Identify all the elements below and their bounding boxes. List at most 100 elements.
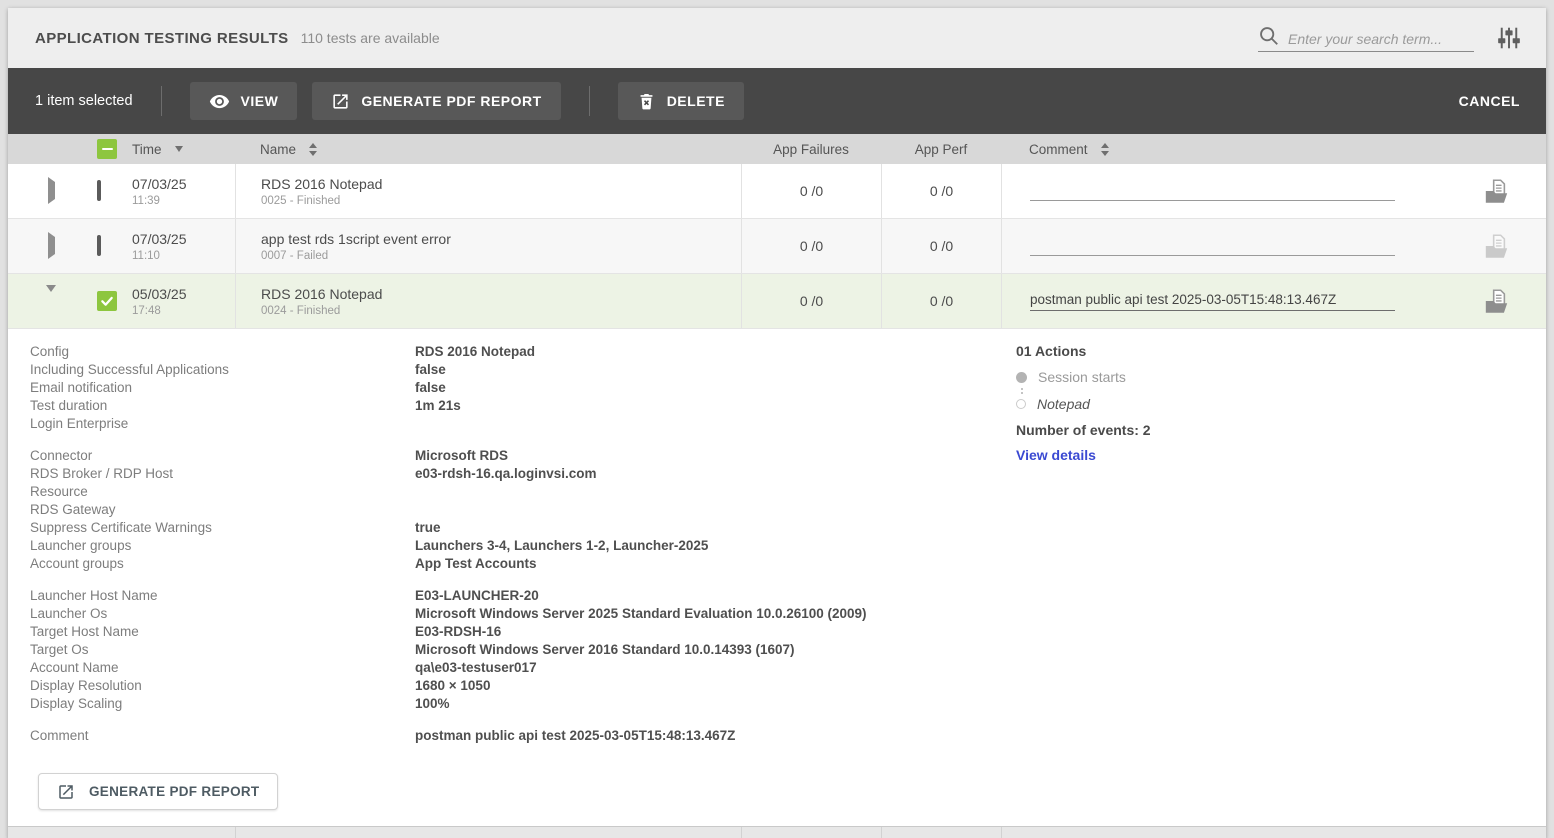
folder-document-icon — [1483, 178, 1510, 205]
tests-available-count: 110 tests are available — [301, 30, 440, 46]
row-checkbox-checked[interactable] — [97, 291, 117, 311]
indeterminate-mark — [102, 148, 113, 151]
row-checkbox-cell — [75, 291, 132, 311]
row-checkbox-cell — [75, 182, 132, 200]
detail-label: Login Enterprise — [30, 415, 415, 433]
detail-label: Account Name — [30, 659, 415, 677]
time-cell: 05/03/25 17:48 — [132, 286, 235, 317]
search-input[interactable] — [1288, 31, 1474, 47]
column-header-app-failures: App Failures — [741, 142, 881, 157]
view-button[interactable]: VIEW — [190, 82, 298, 120]
filter-button[interactable] — [1496, 25, 1522, 51]
app-failures-cell: 0 /0 — [741, 219, 881, 273]
sliver-cell — [1001, 827, 1446, 838]
detail-label: Suppress Certificate Warnings — [30, 519, 415, 537]
open-report-button[interactable] — [1483, 288, 1510, 315]
expanded-test-details: ConfigRDS 2016 Notepad Including Success… — [8, 329, 1546, 826]
app-failures-cell: 0 /0 — [741, 164, 881, 218]
app-failures-column-label: App Failures — [773, 142, 849, 157]
app-perf-cell: 0 /0 — [881, 274, 1001, 328]
sliver-cell — [132, 827, 235, 838]
cancel-button[interactable]: CANCEL — [1459, 93, 1520, 109]
column-header-comment[interactable]: Comment — [1001, 142, 1446, 157]
select-all-checkbox[interactable] — [97, 139, 117, 159]
view-details-link[interactable]: View details — [1016, 447, 1096, 463]
test-time: 11:10 — [132, 250, 235, 262]
test-name: RDS 2016 Notepad — [261, 286, 382, 302]
generate-pdf-report-button[interactable]: GENERATE PDF REPORT — [312, 82, 560, 120]
detail-label: RDS Gateway — [30, 501, 415, 519]
checkmark-icon — [99, 293, 115, 309]
generate-pdf-report-outline-button[interactable]: GENERATE PDF REPORT — [38, 773, 278, 810]
comment-cell — [1001, 219, 1446, 273]
detail-label: Account groups — [30, 555, 415, 573]
detail-value: e03-rdsh-16.qa.loginvsi.com — [415, 465, 597, 483]
step-label: Session starts — [1038, 369, 1126, 385]
app-perf-column-label: App Perf — [915, 142, 968, 157]
name-cell: RDS 2016 Notepad 0024 - Finished — [235, 274, 741, 328]
detail-value: 100% — [415, 695, 450, 713]
test-time: 11:39 — [132, 195, 235, 207]
comment-cell — [1001, 274, 1446, 328]
sliver-cell — [8, 827, 75, 838]
column-header-name[interactable]: Name — [235, 142, 741, 157]
detail-value: true — [415, 519, 441, 537]
timeline-step: Notepad — [1016, 396, 1436, 412]
time-cell: 07/03/25 11:39 — [132, 176, 235, 207]
test-status: 0007 - Failed — [261, 250, 328, 262]
comment-input[interactable] — [1030, 292, 1395, 311]
column-header-app-perf: App Perf — [881, 142, 1001, 157]
app-perf-cell: 0 /0 — [881, 219, 1001, 273]
row-checkbox[interactable] — [97, 235, 101, 256]
comment-column-label: Comment — [1029, 142, 1088, 157]
search-icon — [1258, 25, 1280, 47]
report-cell — [1446, 288, 1546, 315]
detail-label: Resource — [30, 483, 415, 501]
detail-value: 1m 21s — [415, 397, 461, 415]
table-row[interactable]: 07/03/25 11:10 app test rds 1script even… — [8, 219, 1546, 274]
detail-label: Launcher Os — [30, 605, 415, 623]
name-column-label: Name — [260, 142, 296, 157]
collapse-caret-icon[interactable] — [46, 285, 56, 309]
expand-caret-icon[interactable] — [48, 232, 55, 259]
test-status: 0025 - Finished — [261, 195, 340, 207]
detail-label: Comment — [30, 727, 415, 745]
detail-label: Target Host Name — [30, 623, 415, 641]
table-row[interactable]: 07/03/25 11:39 RDS 2016 Notepad 0025 - F… — [8, 164, 1546, 219]
view-button-label: VIEW — [241, 93, 279, 109]
detail-label: Connector — [30, 447, 415, 465]
app-failures-cell: 0 /0 — [741, 274, 881, 328]
divider — [161, 86, 162, 116]
generate-pdf-report-outline-label: GENERATE PDF REPORT — [89, 784, 259, 799]
row-checkbox-cell — [75, 237, 132, 255]
delete-button[interactable]: DELETE — [618, 82, 744, 120]
timeline-connector — [1021, 388, 1437, 394]
table-row-selected[interactable]: 05/03/25 17:48 RDS 2016 Notepad 0024 - F… — [8, 274, 1546, 329]
trash-icon — [637, 92, 656, 111]
detail-label: Config — [30, 343, 415, 361]
generate-pdf-report-label: GENERATE PDF REPORT — [361, 93, 541, 109]
detail-label: Email notification — [30, 379, 415, 397]
page-title: APPLICATION TESTING RESULTS — [35, 30, 289, 47]
time-cell: 07/03/25 11:10 — [132, 231, 235, 262]
row-checkbox[interactable] — [97, 180, 101, 201]
header-actions — [1258, 25, 1522, 52]
sort-both-icon — [1101, 143, 1109, 156]
comment-input[interactable] — [1030, 182, 1395, 201]
report-cell — [1446, 178, 1546, 205]
detail-value: RDS 2016 Notepad — [415, 343, 535, 361]
column-header-time[interactable]: Time — [132, 142, 235, 157]
open-report-button[interactable] — [1483, 178, 1510, 205]
next-row-partial — [8, 826, 1546, 838]
hollow-dot-icon — [1016, 399, 1026, 409]
comment-cell — [1001, 164, 1446, 218]
detail-group-comment: Commentpostman public api test 2025-03-0… — [30, 727, 1546, 745]
detail-label: Display Resolution — [30, 677, 415, 695]
time-column-label: Time — [132, 142, 162, 157]
detail-value: 1680 × 1050 — [415, 677, 490, 695]
expand-caret-icon[interactable] — [48, 177, 55, 204]
sort-both-icon — [309, 143, 317, 156]
comment-input[interactable] — [1030, 237, 1395, 256]
open-report-button[interactable] — [1483, 233, 1510, 260]
actions-title: 01 Actions — [1016, 343, 1436, 359]
